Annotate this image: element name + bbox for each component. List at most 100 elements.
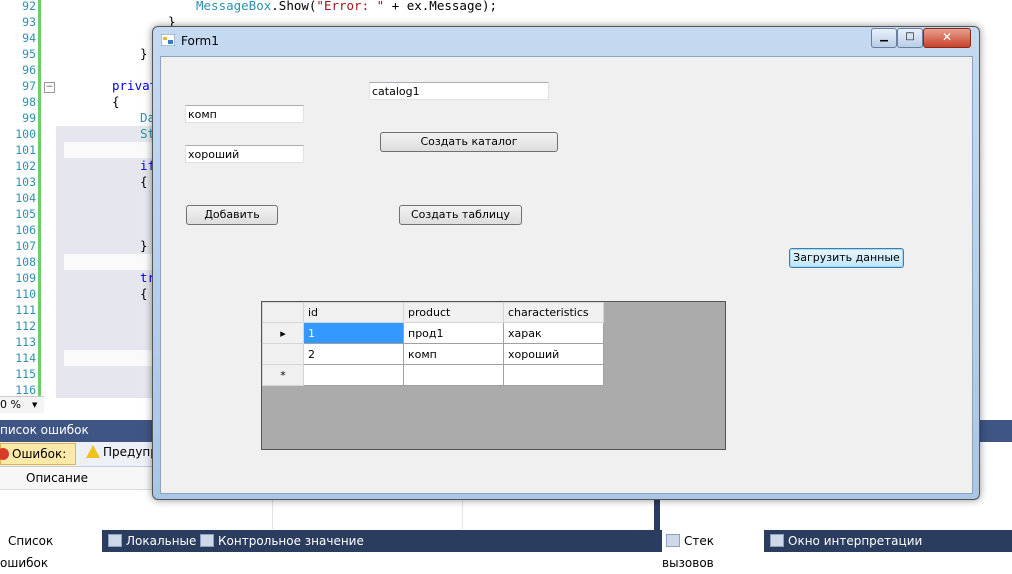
code-type: MessageBox [196,0,272,13]
line-number: 110 [15,287,36,301]
grid-cell-product[interactable]: комп [403,343,504,365]
zoom-value: 0 % [0,398,21,411]
line-number: 111 [15,303,36,317]
line-number: 92 [22,0,36,13]
code-string: "Error: " [316,0,385,13]
line-number: 112 [15,319,36,333]
tab-label: Окно интерпретации [788,534,923,548]
code-line: { [112,94,120,109]
change-indicator-bar [38,0,41,398]
column-header-description[interactable]: Описание [26,471,88,485]
error-icon [0,448,9,460]
immediate-window-icon [770,534,784,547]
code-highlight-line [64,350,166,366]
grid-header-row: id product characteristics [262,302,604,323]
column-header-product[interactable]: product [403,302,504,323]
line-number: 106 [15,223,36,237]
table-row: 2 комп хороший [262,343,604,365]
window-title: Form1 [181,34,219,48]
error-list-title: писок ошибок [0,423,89,437]
tab-label: Контрольное значение [218,534,364,548]
code-line: } [140,238,148,253]
column-header-id[interactable]: id [303,302,404,323]
tab-call-stack[interactable]: Стек вызовов [662,530,764,570]
line-number: 98 [22,95,36,109]
line-number: 102 [15,159,36,173]
line-number: 113 [15,335,36,349]
code-line: privat [112,78,158,93]
table-row-new: * [262,364,604,386]
form1-window: Form1 ▁ □ ✕ комп хороший catalog1 Создат… [152,26,980,500]
bottom-tab-strip: Список ошибок Локальные Контрольное знач… [0,530,1012,570]
table-row: ▸ 1 прод1 харак [262,322,604,344]
line-number: 103 [15,175,36,189]
warnings-filter-button[interactable]: Предупр [86,445,158,459]
code-line: { [140,286,148,301]
data-grid[interactable]: id product characteristics ▸ 1 прод1 хар… [261,301,726,450]
line-number: 114 [15,351,36,365]
line-number: 95 [22,47,36,61]
call-stack-icon [666,534,680,547]
close-button[interactable]: ✕ [923,28,971,48]
line-number: 97 [22,79,36,93]
add-button[interactable]: Добавить [186,205,278,225]
code-highlight-line [64,254,166,270]
line-number-gutter: 92 93 94 95 96 97 98 99 100 101 102 103 … [0,0,38,398]
zoom-selector[interactable]: 0 % ▼ [0,396,44,413]
row-header-current[interactable]: ▸ [262,322,304,344]
data-grid-table: id product characteristics ▸ 1 прод1 хар… [262,302,604,386]
line-number: 104 [15,191,36,205]
locals-icon [108,534,122,547]
create-catalog-button[interactable]: Создать каталог [380,132,558,152]
create-table-button[interactable]: Создать таблицу [399,205,522,225]
grid-cell-characteristics[interactable]: хороший [503,343,604,365]
grid-cell-characteristics[interactable]: харак [503,322,604,344]
catalog-name-input[interactable]: catalog1 [369,82,549,100]
line-number: 99 [22,111,36,125]
window-titlebar[interactable]: Form1 ▁ □ ✕ [153,27,979,55]
line-number: 109 [15,271,36,285]
errors-filter-button[interactable]: Ошибок: 0 [0,443,76,481]
code-line: MessageBox.Show("Error: " + ex.Message); [196,0,497,14]
line-number: 108 [15,255,36,269]
form-app-icon [161,34,175,46]
line-number: 101 [15,143,36,157]
grid-cell-id[interactable]: 1 [303,322,404,344]
minimize-button[interactable]: ▁ [871,28,897,48]
load-data-button[interactable]: Загрузить данные [789,248,904,268]
tab-immediate-window[interactable]: Окно интерпретации [770,530,922,552]
row-header[interactable] [262,343,304,365]
warnings-filter-label: Предупр [103,445,158,459]
line-number: 105 [15,207,36,221]
characteristics-input[interactable]: хороший [185,145,304,163]
tab-watch[interactable]: Контрольное значение [200,530,364,552]
tab-label: Локальные [126,534,197,548]
form-client-area: комп хороший catalog1 Создать каталог До… [160,56,973,494]
code-highlight-line [64,142,166,158]
code-line: { [140,174,148,189]
line-number: 94 [22,31,36,45]
code-line: } [140,46,148,61]
tab-locals[interactable]: Локальные [108,530,196,552]
grid-cell-id[interactable]: 2 [303,343,404,365]
tab-error-list[interactable]: Список ошибок [0,530,102,570]
line-number: 100 [15,127,36,141]
line-number: 115 [15,367,36,381]
grid-cell-product[interactable] [403,364,504,386]
column-header-characteristics[interactable]: characteristics [503,302,604,323]
row-header-new[interactable]: * [262,364,304,386]
grid-corner-header[interactable] [262,302,304,323]
maximize-button[interactable]: □ [897,28,923,48]
warning-icon [86,445,100,458]
grid-cell-characteristics[interactable] [503,364,604,386]
line-number: 96 [22,63,36,77]
grid-cell-product[interactable]: прод1 [403,322,504,344]
chevron-down-icon: ▼ [32,401,38,409]
code-text: .Show( [271,0,317,13]
grid-cell-id[interactable] [303,364,404,386]
tab-label: Список ошибок [0,534,54,570]
code-text: + ex.Message); [384,0,498,13]
line-number: 93 [22,15,36,29]
line-number: 107 [15,239,36,253]
product-name-input[interactable]: комп [185,105,304,123]
